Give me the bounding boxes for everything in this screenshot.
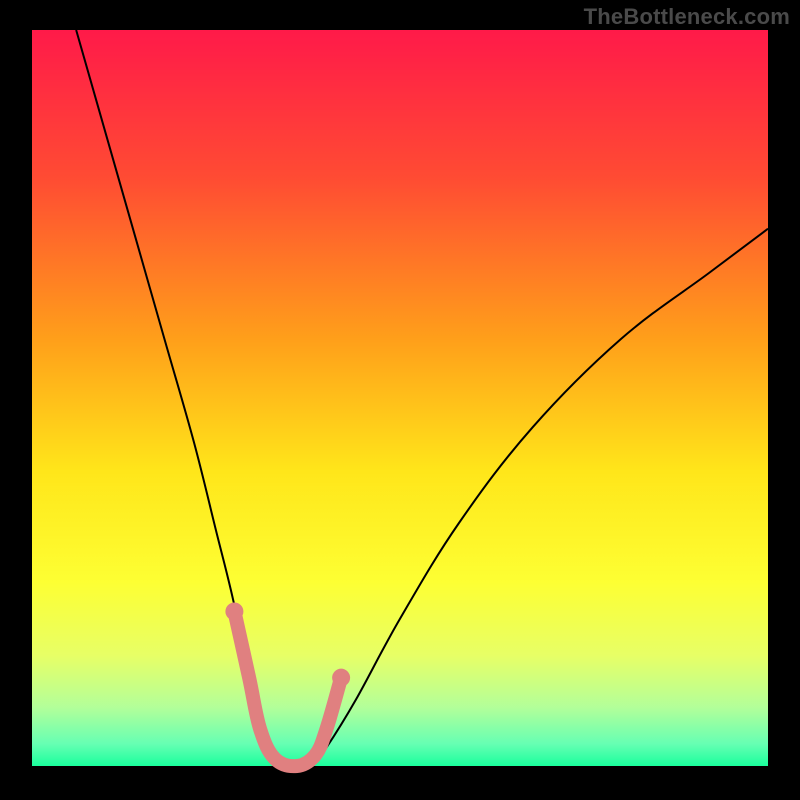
gradient-background — [32, 30, 768, 766]
bottleneck-plot — [0, 0, 800, 800]
optimal-zone-dot — [225, 602, 243, 620]
chart-frame: TheBottleneck.com — [0, 0, 800, 800]
optimal-zone-dot — [332, 669, 350, 687]
watermark-text: TheBottleneck.com — [584, 4, 790, 30]
